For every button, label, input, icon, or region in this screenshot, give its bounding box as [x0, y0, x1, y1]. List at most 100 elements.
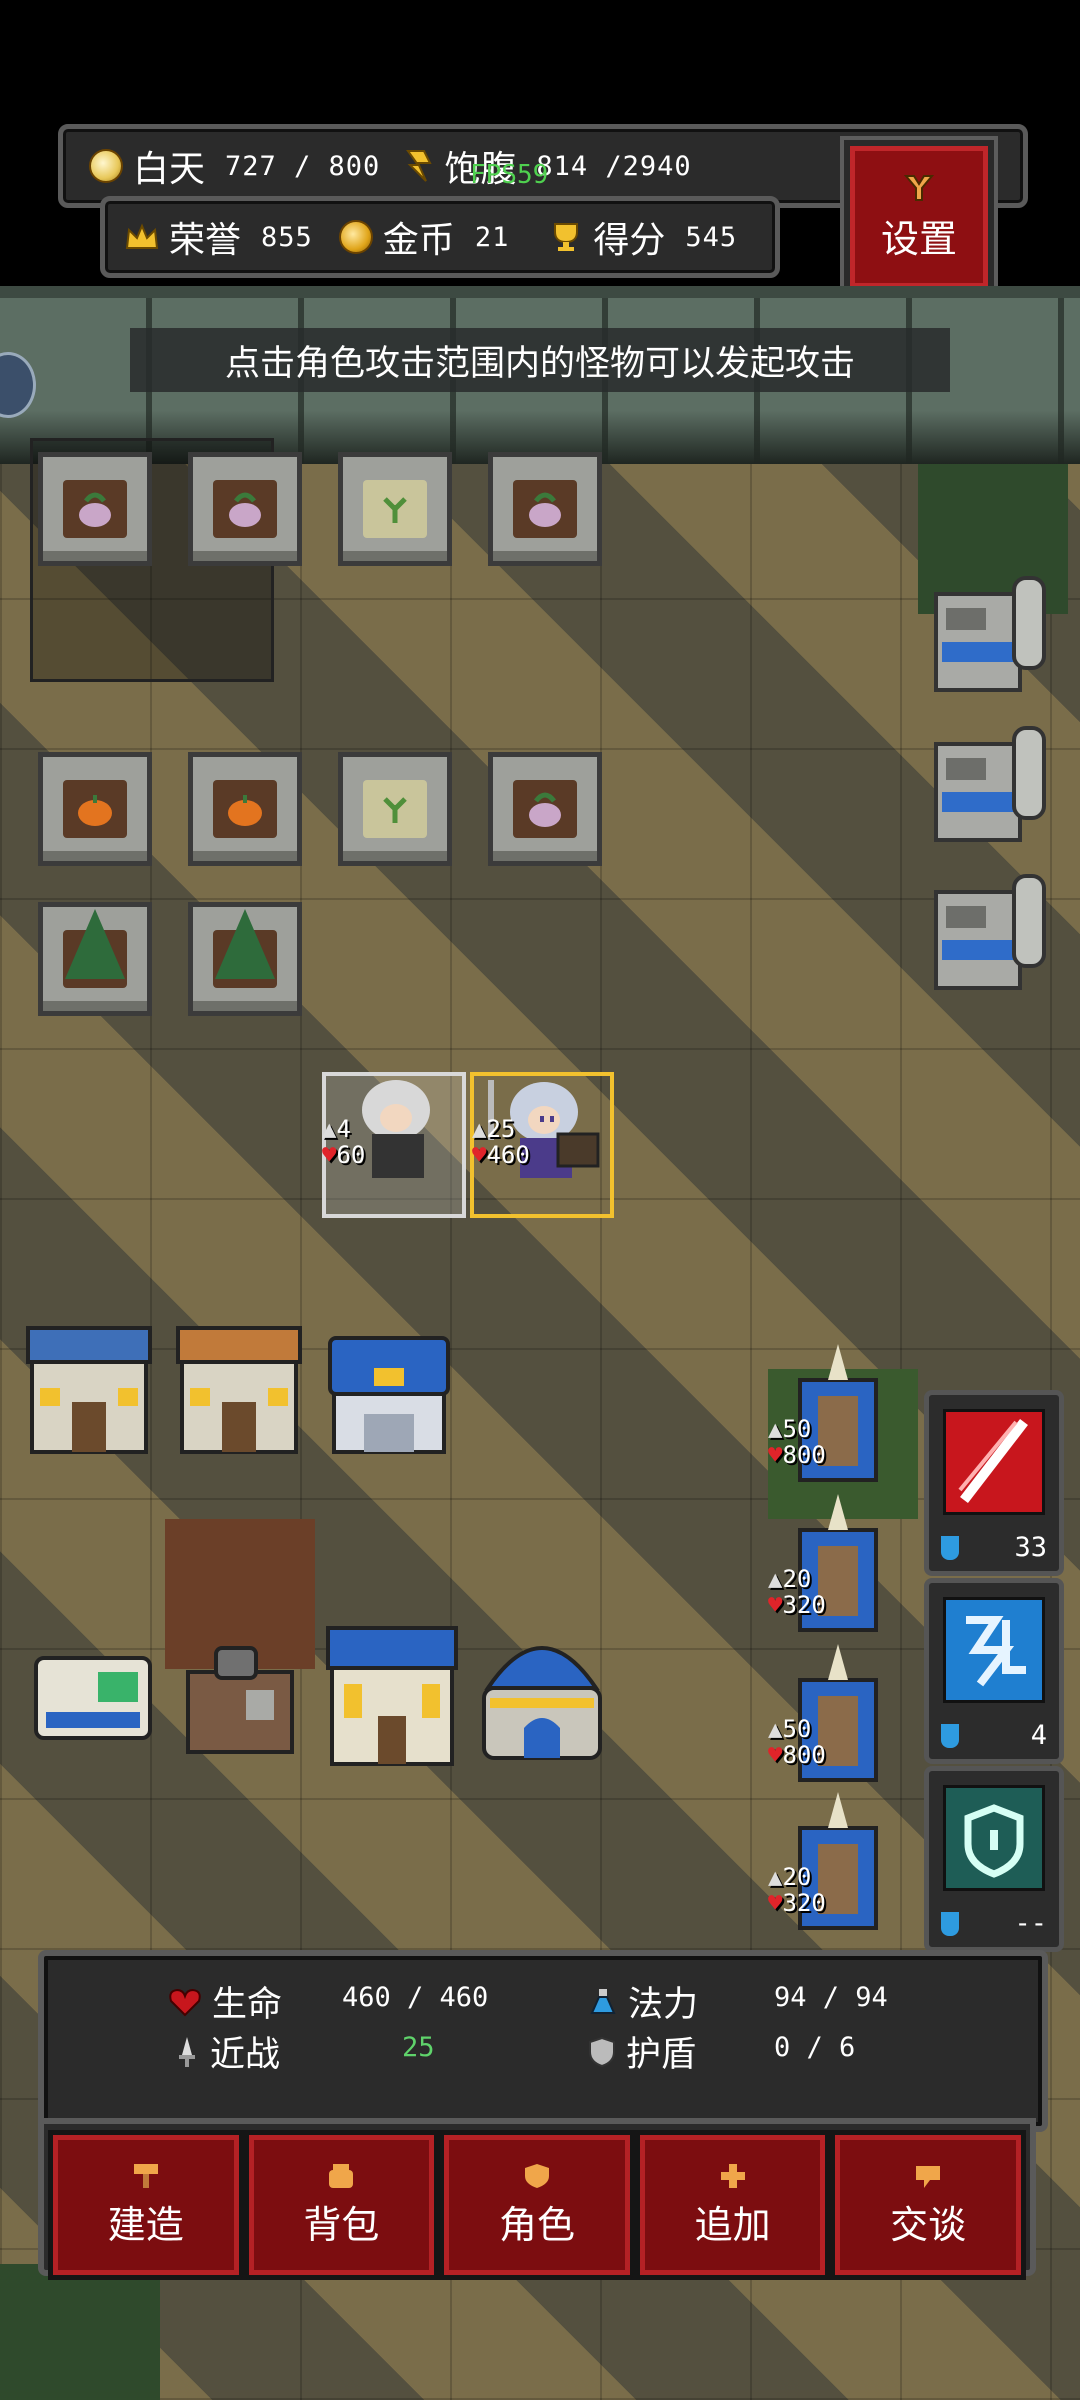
- shield-label: 护盾: [626, 2035, 697, 2075]
- mana-flask-icon: [590, 1988, 616, 2014]
- crown-icon: [125, 223, 159, 249]
- crimson-slash-icon: [943, 1409, 1045, 1515]
- plus-icon: [720, 2163, 745, 2188]
- backpack-button[interactable]: 背包: [243, 2130, 440, 2280]
- heart-icon: [169, 1988, 201, 2016]
- furnace[interactable]: [180, 1642, 310, 1782]
- tree-planter[interactable]: [188, 902, 302, 1016]
- lightning-rune-icon: [943, 1597, 1045, 1703]
- hero-attack: ▲25: [472, 1115, 516, 1143]
- melee-stat: 近战 25: [174, 2026, 435, 2077]
- npc-stats: ▲4 ♥60: [322, 1116, 365, 1168]
- character-shield-icon: [524, 2163, 549, 2188]
- settings-button[interactable]: 设置: [840, 136, 998, 298]
- mana-label: 法力: [628, 1985, 699, 2025]
- npc-attack: ▲4: [322, 1115, 351, 1143]
- satiety-value: 814 /2940: [536, 150, 692, 182]
- melee-label: 近战: [210, 2035, 281, 2075]
- hero-hp: ♥460: [472, 1141, 530, 1169]
- action-bar: 建造 背包 角色 追加 交谈: [38, 2118, 1036, 2280]
- hp-value: 460 / 460: [342, 1982, 489, 2013]
- fps-counter: FPS59: [470, 160, 549, 190]
- shield-icon: [589, 2036, 615, 2067]
- score-counter: 得分 545: [549, 211, 737, 263]
- mana-flask-icon: [941, 1911, 959, 1936]
- gold-counter: 金币 21: [338, 211, 510, 263]
- turnip-planter[interactable]: [38, 452, 152, 566]
- score-label: 得分: [593, 220, 666, 261]
- turret-2-stats: ▲20 ♥320: [768, 1565, 826, 1619]
- hero-stats: ▲25 ♥460: [472, 1116, 530, 1168]
- game-screen: 白天 727 / 800 饱腹 814 /2940 FPS59 荣誉 855 金…: [0, 0, 1080, 2400]
- mana-flask-icon: [941, 1535, 959, 1560]
- character-label: 角色: [498, 2202, 575, 2247]
- shield-icon: [943, 1785, 1045, 1891]
- skill-cost: 33: [941, 1532, 1047, 1563]
- satiety-icon: [406, 150, 432, 182]
- generator-machine[interactable]: [932, 872, 1048, 1002]
- character-stats-panel: 生命 460 / 460 法力 94 / 94 近战 25 护盾 0 / 6: [38, 1950, 1048, 2132]
- skill-card-slash[interactable]: 33: [924, 1390, 1064, 1576]
- talk-label: 交谈: [890, 2202, 967, 2247]
- turret-1-stats: ▲50 ♥800: [768, 1415, 826, 1469]
- house-orange-roof[interactable]: [174, 1318, 304, 1458]
- turret-3-stats: ▲50 ♥800: [768, 1715, 826, 1769]
- sun-icon: [89, 149, 123, 183]
- gold-label: 金币: [382, 220, 455, 261]
- honor-counter: 荣誉 855: [125, 211, 313, 263]
- backpack-label: 背包: [303, 2202, 380, 2247]
- hp-stat: 生命 460 / 460: [168, 1976, 488, 2027]
- hint-text: 点击角色攻击范围内的怪物可以发起攻击: [224, 343, 855, 384]
- trophy-icon: [554, 223, 579, 251]
- add-label: 追加: [694, 2202, 771, 2247]
- backpack-icon: [329, 2163, 354, 2188]
- turret-4-stats: ▲20 ♥320: [768, 1863, 826, 1917]
- dome-tower[interactable]: [472, 1618, 602, 1760]
- mana-flask-icon: [941, 1723, 959, 1748]
- settings-label: 设置: [880, 216, 957, 261]
- melee-value: 25: [402, 2032, 435, 2063]
- grass-tile: [0, 2264, 160, 2400]
- hud-bottom-row: 荣誉 855 金币 21 得分 545: [100, 196, 780, 278]
- honor-value: 855: [261, 221, 313, 253]
- day-counter: 白天 727 / 800: [89, 140, 380, 192]
- workbench[interactable]: [28, 1642, 158, 1782]
- npc-hp: ♥60: [322, 1141, 366, 1169]
- character-button[interactable]: 角色: [439, 2130, 635, 2280]
- blue-shop[interactable]: [324, 1318, 454, 1458]
- skill-cost: 4: [941, 1720, 1047, 1751]
- mana-value: 94 / 94: [774, 1982, 888, 2013]
- skill-card-lightning[interactable]: 4: [924, 1578, 1064, 1764]
- honor-label: 荣誉: [169, 220, 242, 261]
- turnip-planter[interactable]: [188, 452, 302, 566]
- manor[interactable]: [322, 1620, 458, 1766]
- turnip-planter[interactable]: [488, 452, 602, 566]
- tree-planter[interactable]: [38, 902, 152, 1016]
- pumpkin-planter[interactable]: [38, 752, 152, 866]
- mana-stat: 法力 94 / 94: [588, 1976, 888, 2027]
- shield-value: 0 / 6: [774, 2032, 856, 2063]
- hint-banner: 点击角色攻击范围内的怪物可以发起攻击: [130, 328, 950, 392]
- hp-label: 生命: [212, 1985, 283, 2025]
- build-button[interactable]: 建造: [48, 2130, 244, 2280]
- sprout-planter[interactable]: [338, 452, 452, 566]
- house-blue-roof[interactable]: [24, 1318, 154, 1458]
- generator-machine[interactable]: [932, 574, 1048, 704]
- day-label: 白天: [133, 149, 206, 190]
- sword-icon: [179, 2036, 195, 2067]
- skill-card-shield[interactable]: --: [924, 1766, 1064, 1952]
- talk-button[interactable]: 交谈: [830, 2130, 1026, 2280]
- score-value: 545: [685, 221, 738, 253]
- sprout-planter[interactable]: [338, 752, 452, 866]
- generator-machine[interactable]: [932, 724, 1048, 854]
- add-button[interactable]: 追加: [634, 2130, 831, 2280]
- shield-stat: 护盾 0 / 6: [588, 2026, 855, 2077]
- build-label: 建造: [107, 2202, 184, 2247]
- pumpkin-planter[interactable]: [188, 752, 302, 866]
- turnip-planter[interactable]: [488, 752, 602, 866]
- day-value: 727 / 800: [225, 150, 381, 182]
- hammer-icon: [133, 2163, 158, 2188]
- speech-bubble-icon: [916, 2165, 941, 2188]
- skill-cost: --: [941, 1908, 1047, 1939]
- wrench-icon: [903, 174, 935, 201]
